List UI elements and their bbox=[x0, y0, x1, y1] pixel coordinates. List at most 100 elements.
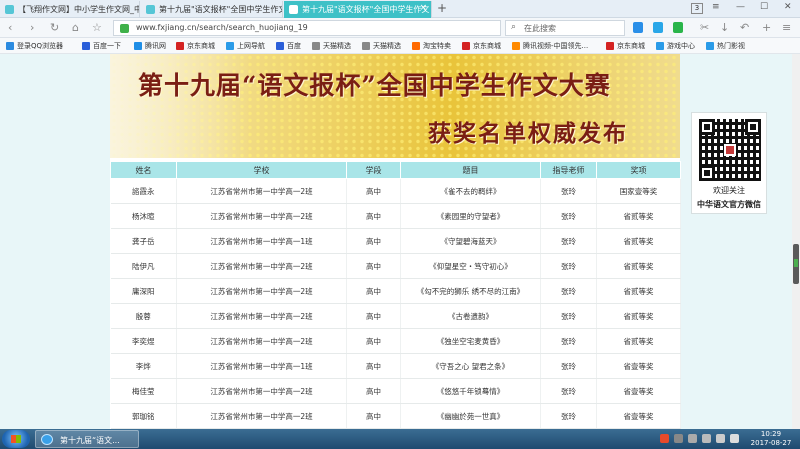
bookmark-icon bbox=[412, 42, 420, 50]
cell-award: 省壹等奖 bbox=[596, 378, 681, 404]
close-window-icon[interactable]: ✕ bbox=[784, 2, 792, 12]
close-tab-icon[interactable]: × bbox=[419, 3, 427, 13]
cell-essay-title: 《幽幽於苑一世真》 bbox=[400, 403, 541, 429]
search-placeholder: 在此搜索 bbox=[524, 24, 556, 33]
cell-level: 高中 bbox=[346, 303, 401, 329]
scrollbar-thumb[interactable] bbox=[793, 244, 799, 284]
clock-date: 2017-08-27 bbox=[750, 439, 792, 447]
navigation-bar: ‹ › ↻ ⌂ ☆ www.fxjiang.cn/search/search_h… bbox=[0, 18, 800, 38]
cell-teacher: 张玲 bbox=[540, 353, 597, 379]
cell-essay-title: 《古卷遗韵》 bbox=[400, 303, 541, 329]
qr-logo-icon bbox=[724, 144, 736, 156]
bookmark-star-icon[interactable]: ☆ bbox=[92, 21, 102, 34]
bookmark-item[interactable]: 百度 bbox=[276, 41, 301, 51]
bookmark-icon bbox=[82, 42, 90, 50]
qr-finder bbox=[699, 119, 715, 135]
add-icon[interactable]: + bbox=[762, 21, 771, 34]
cell-school: 江苏省常州市第一中学高一2班 bbox=[176, 378, 347, 404]
maximize-icon[interactable]: ☐ bbox=[760, 2, 768, 12]
address-bar[interactable]: www.fxjiang.cn/search/search_huojiang_19 bbox=[113, 20, 501, 36]
system-clock[interactable]: 10:29 2017-08-27 bbox=[744, 430, 798, 448]
tray-volume-icon[interactable] bbox=[730, 434, 739, 443]
tab-count-badge[interactable]: 3 bbox=[691, 3, 703, 14]
bookmark-icon bbox=[512, 42, 520, 50]
tab-fxzw[interactable]: 【飞翔作文网】中小学生作文网_中期 bbox=[0, 1, 140, 18]
page-content: 第十九届“语文报杯”全国中学生作文大赛 获奖名单权威发布 姓名 学校 学段 题目… bbox=[110, 54, 681, 429]
cell-level: 高中 bbox=[346, 253, 401, 279]
tray-flag-icon[interactable] bbox=[702, 434, 711, 443]
home-icon[interactable]: ⌂ bbox=[72, 21, 79, 34]
bookmark-item[interactable]: 登录QQ浏览器 bbox=[6, 41, 63, 51]
tab-strip: 【飞翔作文网】中小学生作文网_中期 第十九届"语文报杯"全国中学生作文 第十九届… bbox=[0, 0, 800, 18]
wechat-qr-panel: 欢迎关注 中华语文官方微信 bbox=[691, 112, 767, 214]
tray-network-icon[interactable] bbox=[716, 434, 725, 443]
tray-usb-icon[interactable] bbox=[688, 434, 697, 443]
tray-input-icon[interactable] bbox=[674, 434, 683, 443]
cell-school: 江苏省常州市第一中学高一2班 bbox=[176, 203, 347, 229]
cell-essay-title: 《雀不去的羁绊》 bbox=[400, 178, 541, 204]
bookmark-item[interactable]: 上网导航 bbox=[226, 41, 265, 51]
bookmark-item[interactable]: 腾讯网 bbox=[134, 41, 166, 51]
bookmark-item[interactable]: 天猫精选 bbox=[362, 41, 401, 51]
refresh-icon[interactable]: ↻ bbox=[50, 21, 59, 34]
bookmark-item[interactable]: 热门影视 bbox=[706, 41, 745, 51]
settings-menu-icon[interactable]: ≡ bbox=[782, 21, 791, 34]
page-viewport: 第十九届“语文报杯”全国中学生作文大赛 获奖名单权威发布 姓名 学校 学段 题目… bbox=[0, 54, 800, 429]
table-row: 李奕煜 江苏省常州市第一中学高一2班 高中 《独坐空宅麦黄昏》 张玲 省贰等奖 bbox=[110, 328, 681, 354]
taskbar-browser-window[interactable]: 第十九届“语文... bbox=[35, 430, 139, 448]
back-icon[interactable]: ‹ bbox=[8, 21, 12, 34]
cell-level: 高中 bbox=[346, 353, 401, 379]
scrollbar[interactable] bbox=[792, 54, 800, 429]
search-input[interactable]: ⌕ 在此搜索 bbox=[505, 20, 625, 36]
minimize-icon[interactable]: — bbox=[736, 2, 745, 12]
cell-essay-title: 《独坐空宅麦黄昏》 bbox=[400, 328, 541, 354]
cell-level: 高中 bbox=[346, 403, 401, 429]
header-essay-title: 题目 bbox=[400, 161, 541, 179]
bookmark-icon bbox=[462, 42, 470, 50]
bookmark-item[interactable]: 京东商城 bbox=[606, 41, 645, 51]
bookmark-item[interactable]: 腾讯视频-中国领先... bbox=[512, 41, 588, 51]
bookmark-item[interactable]: 京东商城 bbox=[462, 41, 501, 51]
cell-essay-title: 《素园里的守望者》 bbox=[400, 203, 541, 229]
download-icon[interactable]: ↓ bbox=[720, 21, 729, 34]
bookmark-icon bbox=[706, 42, 714, 50]
bookmark-item[interactable]: 游戏中心 bbox=[656, 41, 695, 51]
scissors-icon[interactable]: ✂ bbox=[700, 21, 709, 34]
bookmark-item[interactable]: 天猫精选 bbox=[312, 41, 351, 51]
play-icon[interactable] bbox=[633, 22, 643, 33]
cell-teacher: 张玲 bbox=[540, 303, 597, 329]
cell-teacher: 张玲 bbox=[540, 378, 597, 404]
clock-time: 10:29 bbox=[760, 430, 782, 438]
header-level: 学段 bbox=[346, 161, 401, 179]
header-name: 姓名 bbox=[110, 161, 177, 179]
tab-contest-1[interactable]: 第十九届"语文报杯"全国中学生作文 bbox=[141, 1, 283, 18]
game-icon[interactable] bbox=[673, 22, 683, 33]
cell-teacher: 张玲 bbox=[540, 278, 597, 304]
undo-icon[interactable]: ↶ bbox=[740, 21, 749, 34]
cell-award: 省壹等奖 bbox=[596, 353, 681, 379]
cell-name: 庸深阳 bbox=[110, 278, 177, 304]
cell-award: 省壹等奖 bbox=[596, 403, 681, 429]
table-row: 庸深阳 江苏省常州市第一中学高一2班 高中 《勾不完的狮乐 绣不尽的江南》 张玲 省贰等奖 bbox=[110, 278, 681, 304]
banner-title: 第十九届“语文报杯”全国中学生作文大赛 bbox=[138, 71, 611, 100]
header-award: 奖项 bbox=[596, 161, 681, 179]
start-button[interactable] bbox=[2, 430, 30, 448]
cell-name: 龚子岳 bbox=[110, 228, 177, 254]
new-tab-button[interactable]: + bbox=[437, 1, 447, 15]
phone-icon[interactable] bbox=[653, 22, 663, 33]
bookmark-item[interactable]: 淘宝特卖 bbox=[412, 41, 451, 51]
menu-icon[interactable]: ≡ bbox=[712, 2, 720, 12]
bookmark-icon bbox=[362, 42, 370, 50]
cell-school: 江苏省常州市第一中学高一2班 bbox=[176, 278, 347, 304]
qq-browser-icon bbox=[41, 434, 53, 445]
bookmark-item[interactable]: 百度一下 bbox=[82, 41, 121, 51]
cell-teacher: 张玲 bbox=[540, 328, 597, 354]
tab-contest-active[interactable]: 第十九届"语文报杯"全国中学生作文 × bbox=[284, 1, 432, 18]
bookmark-icon bbox=[276, 42, 284, 50]
tray-antivirus-icon[interactable] bbox=[660, 434, 669, 443]
bookmark-item[interactable]: 京东商城 bbox=[176, 41, 215, 51]
cell-name: 杨沐暄 bbox=[110, 203, 177, 229]
cell-name: 李烨 bbox=[110, 353, 177, 379]
forward-icon[interactable]: › bbox=[30, 21, 34, 34]
cell-teacher: 张玲 bbox=[540, 178, 597, 204]
